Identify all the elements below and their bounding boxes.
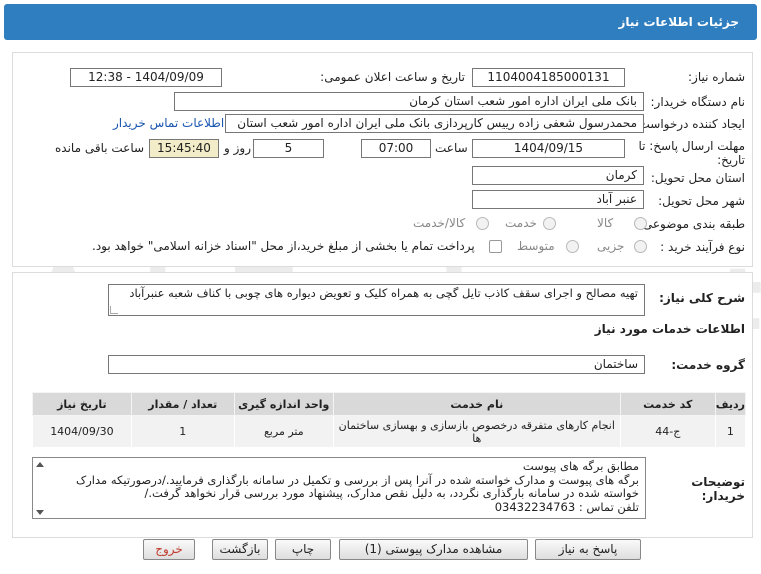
services-table: ردیف کد خدمت نام خدمت واحد اندازه گیری ت… <box>32 392 747 448</box>
buyer-org-field: بانک ملی ایران اداره امور شعب استان کرما… <box>174 92 644 111</box>
time-label: ساعت <box>435 141 468 155</box>
summary-text: تهیه مصالح و اجرای سقف کاذب تایل گچی به … <box>129 286 638 300</box>
buyer-notes-line: تلفن تماس : 03432234763 <box>494 499 639 514</box>
purchase-note: پرداخت تمام یا بخشی از مبلغ خرید،از محل … <box>92 239 475 253</box>
province-field: کرمان <box>472 166 644 185</box>
attachments-button[interactable]: مشاهده مدارک پیوستی (1) <box>339 539 528 560</box>
deadline-label-2: تاریخ: <box>717 153 745 167</box>
buyer-notes-line: برگه های پیوست و مدارک خواسته شده در آنر… <box>75 472 639 487</box>
col-header-date: تاریخ نیاز <box>32 392 132 416</box>
creator-label: ایجاد کننده درخواست: <box>634 117 745 131</box>
cell-date: 1404/09/30 <box>32 415 132 448</box>
services-title: اطلاعات خدمات مورد نیاز <box>594 322 745 336</box>
need-number-label: شماره نیاز: <box>688 70 745 84</box>
buyer-notes-field: مطابق برگه های پیوست برگه های پیوست و مد… <box>32 457 646 519</box>
back-button[interactable]: بازگشت <box>212 539 268 560</box>
cell-unit: متر مربع <box>233 415 334 448</box>
category-radio-goods-service[interactable] <box>476 217 489 230</box>
days-field: 5 <box>253 139 324 158</box>
announce-field: 1404/09/09 - 12:38 <box>70 68 222 87</box>
creator-field: محمدرسول شعفی زاده رییس کارپردازی بانک م… <box>225 114 644 133</box>
deadline-date-field: 1404/09/15 <box>472 139 625 158</box>
cell-row: 1 <box>714 415 747 448</box>
scroll-down-icon[interactable] <box>36 510 44 515</box>
category-radio-service[interactable] <box>543 217 556 230</box>
col-header-quantity: تعداد / مقدار <box>130 392 235 416</box>
treasury-checkbox[interactable] <box>489 240 502 253</box>
summary-field: تهیه مصالح و اجرای سقف کاذب تایل گچی به … <box>108 284 645 316</box>
contact-info-link[interactable]: اطلاعات تماس خریدار <box>113 116 224 130</box>
category-option-goods-service: کالا/خدمت <box>413 216 466 230</box>
col-header-code: کد خدمت <box>619 392 716 416</box>
category-option-goods: کالا <box>597 216 614 230</box>
category-label: طبقه بندی موضوعی: <box>638 217 745 231</box>
buyer-org-label: نام دستگاه خریدار: <box>650 95 746 109</box>
scroll-up-icon[interactable] <box>36 462 44 467</box>
remaining-label: ساعت باقی مانده <box>55 141 145 155</box>
table-row: 1 ج-44 انجام کارهای متفرقه درخصوص بازساز… <box>32 415 747 448</box>
remaining-time-field: 15:45:40 <box>149 139 219 158</box>
category-option-service: خدمت <box>505 216 537 230</box>
purchase-radio-medium[interactable] <box>566 240 579 253</box>
purchase-option-partial: جزیی <box>597 239 625 253</box>
buyer-notes-line: مطابق برگه های پیوست <box>522 459 639 473</box>
col-header-row: ردیف <box>714 392 747 416</box>
page-header: جزئیات اطلاعات نیاز <box>4 4 757 40</box>
purchase-radio-partial[interactable] <box>634 240 647 253</box>
city-field: عنبر آباد <box>472 190 644 209</box>
exit-button[interactable]: خروج <box>143 539 195 560</box>
need-number-field: 1104004185000131 <box>472 68 625 87</box>
resize-handle-icon[interactable] <box>110 306 118 314</box>
buyer-notes-line: خواسته شده در سامانه بارگذاری نگردد، به … <box>144 486 640 500</box>
page-title: جزئیات اطلاعات نیاز <box>618 15 739 29</box>
cell-quantity: 1 <box>130 415 235 448</box>
print-button[interactable]: چاپ <box>275 539 331 560</box>
service-group-field: ساختمان <box>108 355 645 374</box>
service-group-label: گروه خدمت: <box>671 358 745 372</box>
reply-button[interactable]: پاسخ به نیاز <box>535 539 641 560</box>
days-label: روز و <box>224 141 251 155</box>
cell-code: ج-44 <box>619 415 716 448</box>
purchase-option-medium: متوسط <box>517 239 555 253</box>
buyer-notes-label: توضیحات <box>691 475 745 489</box>
col-header-name: نام خدمت <box>332 392 621 416</box>
deadline-time-field: 07:00 <box>361 139 431 158</box>
province-label: استان محل تحویل: <box>650 171 745 185</box>
purchase-type-label: نوع فرآیند خرید : <box>660 240 745 254</box>
city-label: شهر محل تحویل: <box>658 194 745 208</box>
cell-name: انجام کارهای متفرقه درخصوص بازسازی و بهس… <box>332 415 621 448</box>
summary-label: شرح کلی نیاز: <box>659 291 745 305</box>
deadline-label: مهلت ارسال پاسخ: تا <box>638 139 745 153</box>
col-header-unit: واحد اندازه گیری <box>233 392 334 416</box>
category-radio-goods[interactable] <box>634 217 647 230</box>
announce-label: تاریخ و ساعت اعلان عمومی: <box>320 70 465 84</box>
buyer-notes-label-2: خریدار: <box>701 489 745 503</box>
